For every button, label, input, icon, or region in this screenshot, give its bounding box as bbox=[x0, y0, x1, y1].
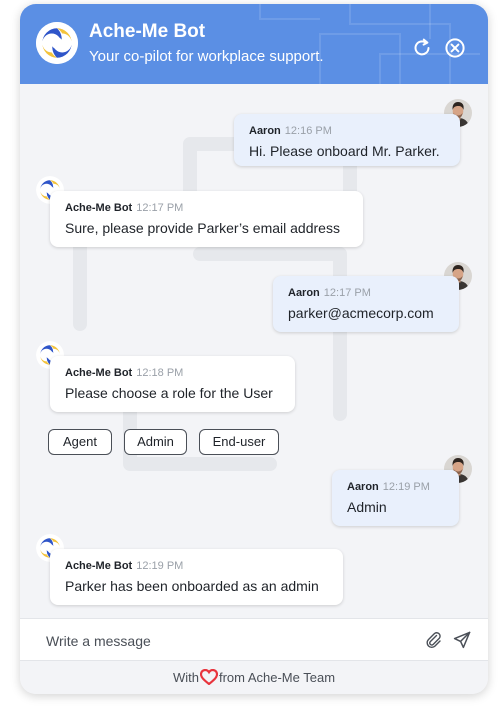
heart-icon bbox=[199, 668, 219, 686]
bot-logo-icon bbox=[36, 22, 78, 64]
message-time: 12:19 PM bbox=[382, 481, 430, 493]
header-subtitle: Your co-pilot for workplace support. bbox=[89, 48, 324, 65]
message-time: 12:17 PM bbox=[136, 202, 184, 214]
message-sender: Ache-Me Bot bbox=[65, 367, 133, 379]
refresh-icon[interactable] bbox=[411, 37, 433, 59]
message-text: parker@acmecorp.com bbox=[288, 305, 434, 321]
paperclip-icon[interactable] bbox=[425, 631, 443, 649]
footer: With from Ache-Me Team bbox=[20, 660, 488, 694]
user-message-bubble: Aaron 12:19 PM Admin bbox=[332, 470, 459, 526]
message-text: Parker has been onboarded as an admin bbox=[65, 578, 319, 594]
message-composer bbox=[20, 618, 488, 661]
user-message-bubble: Aaron 12:17 PM parker@acmecorp.com bbox=[273, 276, 459, 332]
message-sender: Aaron bbox=[288, 287, 320, 299]
bot-message-bubble: Ache-Me Bot 12:19 PM Parker has been onbo… bbox=[50, 549, 343, 605]
message-sender: Ache-Me Bot bbox=[65, 560, 133, 572]
send-icon[interactable] bbox=[452, 630, 472, 650]
footer-prefix: With bbox=[172, 670, 199, 685]
bot-message-bubble: Ache-Me Bot 12:18 PM Please choose a role… bbox=[50, 356, 295, 412]
message-sender: Ache-Me Bot bbox=[65, 202, 133, 214]
header-title: Ache-Me Bot bbox=[89, 21, 206, 42]
message-text: Please choose a role for the User bbox=[65, 385, 273, 401]
role-option-end-user-button[interactable]: End-user bbox=[199, 429, 279, 455]
chat-header: Ache-Me Bot Your co-pilot for workplace … bbox=[20, 4, 488, 84]
close-circle-icon[interactable] bbox=[444, 37, 466, 59]
role-option-admin-button[interactable]: Admin bbox=[124, 429, 187, 455]
role-option-agent-button[interactable]: Agent bbox=[48, 429, 112, 455]
bot-message-bubble: Ache-Me Bot 12:17 PM Sure, please provide… bbox=[50, 191, 363, 247]
message-time: 12:16 PM bbox=[284, 125, 332, 137]
message-sender: Aaron bbox=[347, 481, 379, 493]
message-time: 12:19 PM bbox=[136, 560, 184, 572]
message-text: Admin bbox=[347, 499, 387, 515]
message-time: 12:18 PM bbox=[136, 367, 184, 379]
message-sender: Aaron bbox=[249, 125, 281, 137]
chat-widget: Ache-Me Bot Your co-pilot for workplace … bbox=[20, 4, 488, 694]
user-message-bubble: Aaron 12:16 PM Hi. Please onboard Mr. Par… bbox=[234, 114, 460, 166]
message-text: Sure, please provide Parker’s email addr… bbox=[65, 220, 340, 236]
message-input[interactable] bbox=[44, 629, 408, 653]
footer-suffix: from Ache-Me Team bbox=[218, 670, 336, 685]
message-text: Hi. Please onboard Mr. Parker. bbox=[249, 143, 440, 159]
message-time: 12:17 PM bbox=[323, 287, 371, 299]
